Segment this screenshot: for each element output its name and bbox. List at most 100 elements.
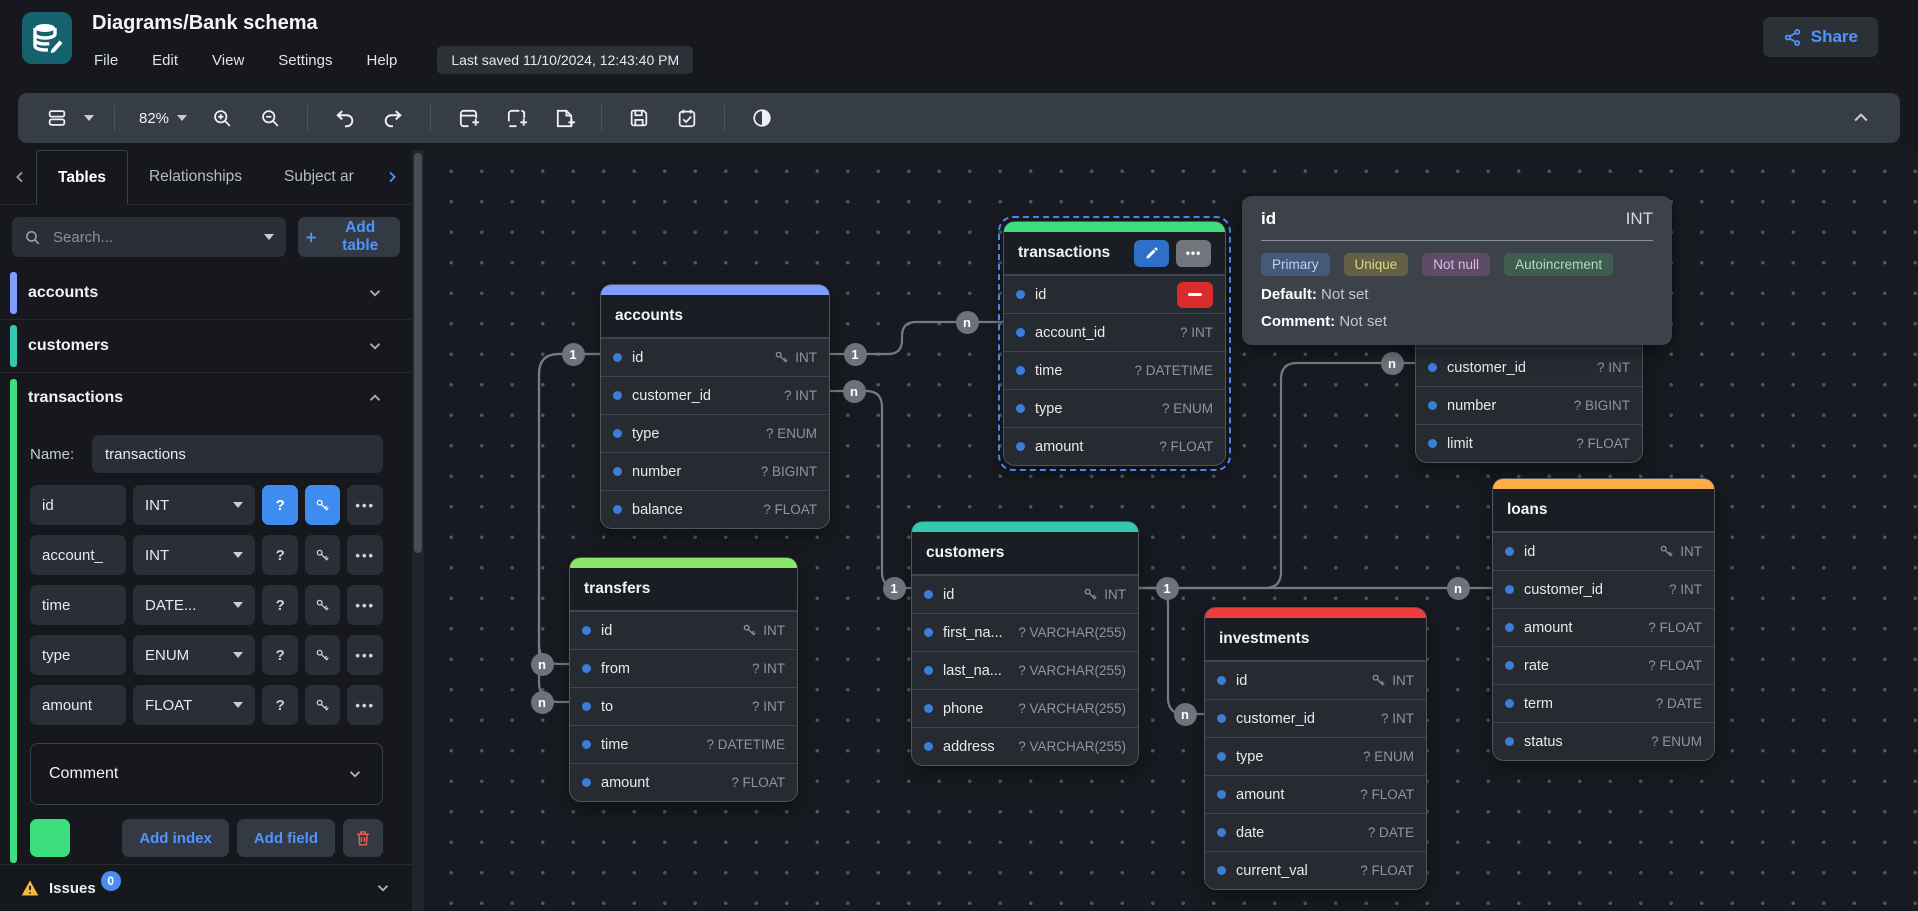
table-title-row[interactable]: transactions•••: [1004, 232, 1225, 275]
diagram-table-transactions[interactable]: transactions•••idaccount_id? INTtime? DA…: [1003, 221, 1226, 466]
view-mode-button[interactable]: [40, 101, 74, 135]
sidebar-scrollbar[interactable]: [412, 150, 424, 911]
save-button[interactable]: [622, 101, 656, 135]
table-field-row[interactable]: idINT: [570, 611, 797, 649]
diagram-table-transfers[interactable]: transfersidINTfrom? INTto? INTtime? DATE…: [569, 557, 798, 802]
chevron-down-icon[interactable]: [366, 284, 384, 302]
table-field-row[interactable]: type? ENUM: [1205, 737, 1426, 775]
search-caret-icon[interactable]: [264, 234, 274, 240]
diagram-table-investments[interactable]: investmentsidINTcustomer_id? INTtype? EN…: [1204, 607, 1427, 890]
field-type-select[interactable]: INT: [133, 535, 255, 575]
menu-help[interactable]: Help: [366, 52, 397, 69]
table-field-row[interactable]: idINT: [1493, 532, 1714, 570]
diagram-table-loans[interactable]: loansidINTcustomer_id? INTamount? FLOATr…: [1492, 478, 1715, 761]
table-field-row[interactable]: id: [1004, 275, 1225, 313]
add-table-button[interactable]: [451, 101, 485, 135]
table-field-row[interactable]: balance? FLOAT: [601, 490, 829, 528]
diagram-canvas[interactable]: accountsidINTcustomer_id? INTtype? ENUMn…: [424, 150, 1918, 911]
table-field-row[interactable]: idINT: [912, 575, 1138, 613]
table-title-row[interactable]: investments: [1205, 618, 1426, 661]
nullable-toggle-button[interactable]: ?: [262, 485, 298, 525]
field-name-input[interactable]: [30, 685, 126, 725]
view-mode-caret-icon[interactable]: [84, 115, 94, 121]
relationship-line[interactable]: [1137, 588, 1204, 714]
table-field-row[interactable]: limit? FLOAT: [1416, 424, 1642, 462]
primary-key-toggle-button[interactable]: [305, 585, 341, 625]
zoom-in-button[interactable]: [205, 101, 239, 135]
nullable-toggle-button[interactable]: ?: [262, 685, 298, 725]
add-area-button[interactable]: [499, 101, 533, 135]
table-title-row[interactable]: transfers: [570, 568, 797, 611]
table-field-row[interactable]: amount? FLOAT: [1205, 775, 1426, 813]
sidebar-table-transactions[interactable]: transactions: [0, 373, 412, 423]
table-field-row[interactable]: last_na...? VARCHAR(255): [912, 651, 1138, 689]
table-field-row[interactable]: term? DATE: [1493, 684, 1714, 722]
table-name-input[interactable]: [92, 435, 383, 473]
table-more-options-button[interactable]: •••: [1176, 240, 1211, 267]
table-field-row[interactable]: customer_id? INT: [1493, 570, 1714, 608]
primary-key-toggle-button[interactable]: [305, 635, 341, 675]
sidebar-table-customers[interactable]: customers: [0, 320, 412, 373]
field-more-options-button[interactable]: •••: [347, 635, 383, 675]
nullable-toggle-button[interactable]: ?: [262, 585, 298, 625]
nullable-toggle-button[interactable]: ?: [262, 635, 298, 675]
tab-subject-areas[interactable]: Subject ar: [263, 150, 375, 204]
table-field-row[interactable]: from? INT: [570, 649, 797, 687]
diagram-table-accounts[interactable]: accountsidINTcustomer_id? INTtype? ENUMn…: [600, 284, 830, 529]
theme-toggle-button[interactable]: [745, 101, 779, 135]
field-type-select[interactable]: FLOAT: [133, 685, 255, 725]
table-field-row[interactable]: status? ENUM: [1493, 722, 1714, 760]
primary-key-toggle-button[interactable]: [305, 685, 341, 725]
search-input[interactable]: [12, 217, 286, 257]
table-field-row[interactable]: idINT: [1205, 661, 1426, 699]
sidebar-table-accounts[interactable]: accounts: [0, 267, 412, 320]
table-field-row[interactable]: amount? FLOAT: [570, 763, 797, 801]
menu-settings[interactable]: Settings: [278, 52, 332, 69]
diagram-table-customers[interactable]: customersidINTfirst_na...? VARCHAR(255)l…: [911, 521, 1139, 766]
table-field-row[interactable]: type? ENUM: [601, 414, 829, 452]
table-title-row[interactable]: loans: [1493, 489, 1714, 532]
table-field-row[interactable]: to? INT: [570, 687, 797, 725]
add-index-button[interactable]: Add index: [122, 819, 229, 857]
table-field-row[interactable]: idINT: [601, 338, 829, 376]
relationship-line[interactable]: [828, 391, 911, 588]
search-field[interactable]: [51, 228, 254, 247]
redo-button[interactable]: [376, 101, 410, 135]
field-type-select[interactable]: INT: [133, 485, 255, 525]
primary-key-toggle-button[interactable]: [305, 535, 341, 575]
table-field-row[interactable]: number? BIGINT: [601, 452, 829, 490]
chevron-down-icon[interactable]: [366, 337, 384, 355]
table-field-row[interactable]: customer_id? INT: [601, 376, 829, 414]
table-field-row[interactable]: amount? FLOAT: [1493, 608, 1714, 646]
table-field-row[interactable]: amount? FLOAT: [1004, 427, 1225, 465]
field-more-options-button[interactable]: •••: [347, 585, 383, 625]
field-name-input[interactable]: [30, 485, 126, 525]
share-button[interactable]: Share: [1763, 17, 1878, 57]
table-field-row[interactable]: type? ENUM: [1004, 389, 1225, 427]
nullable-toggle-button[interactable]: ?: [262, 535, 298, 575]
scrollbar-thumb[interactable]: [414, 153, 422, 553]
table-field-row[interactable]: number? BIGINT: [1416, 386, 1642, 424]
tab-tables[interactable]: Tables: [36, 150, 128, 205]
field-type-select[interactable]: DATE...: [133, 585, 255, 625]
table-field-row[interactable]: date? DATE: [1205, 813, 1426, 851]
table-title-row[interactable]: customers: [912, 532, 1138, 575]
tab-relationships[interactable]: Relationships: [128, 150, 263, 204]
issues-panel[interactable]: Issues 0: [0, 864, 412, 911]
table-field-row[interactable]: customer_id? INT: [1416, 348, 1642, 386]
table-field-row[interactable]: rate? FLOAT: [1493, 646, 1714, 684]
field-more-options-button[interactable]: •••: [347, 535, 383, 575]
delete-table-button[interactable]: [343, 819, 383, 857]
field-name-input[interactable]: [30, 635, 126, 675]
tabs-scroll-left-icon[interactable]: [4, 150, 36, 204]
field-more-options-button[interactable]: •••: [347, 685, 383, 725]
table-field-row[interactable]: current_val? FLOAT: [1205, 851, 1426, 889]
primary-key-toggle-button[interactable]: [305, 485, 341, 525]
menu-edit[interactable]: Edit: [152, 52, 178, 69]
undo-button[interactable]: [328, 101, 362, 135]
add-note-button[interactable]: [547, 101, 581, 135]
field-type-select[interactable]: ENUM: [133, 635, 255, 675]
add-table-button[interactable]: Add table: [298, 217, 400, 257]
menu-file[interactable]: File: [94, 52, 118, 69]
edit-table-button[interactable]: [1134, 240, 1169, 267]
